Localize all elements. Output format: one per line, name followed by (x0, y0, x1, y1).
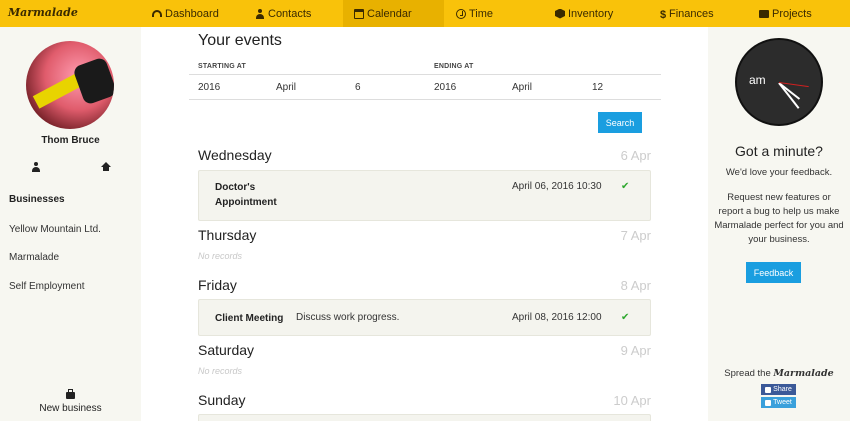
nav-projects[interactable]: Projects (759, 0, 812, 27)
page-title: Your events (198, 32, 282, 49)
start-day-select[interactable]: 6 (355, 82, 361, 93)
tweet-label: Tweet (773, 399, 792, 406)
dashboard-icon (152, 10, 162, 17)
user-name: Thom Bruce (41, 135, 100, 146)
feedback-button[interactable]: Feedback (746, 262, 801, 283)
day-heading: Sunday (198, 392, 246, 408)
search-button[interactable]: Search (598, 112, 642, 133)
twitter-icon (765, 399, 772, 406)
nav-dashboard-label: Dashboard (165, 7, 219, 20)
profile-icon[interactable] (31, 162, 41, 172)
end-day-select[interactable]: 12 (592, 82, 603, 93)
event-title: Doctor's (215, 182, 256, 193)
share-label: Share (773, 386, 792, 393)
start-year-select[interactable]: 2016 (198, 82, 220, 93)
day-date: 9 Apr (620, 343, 651, 358)
day-date: 10 Apr (613, 393, 651, 408)
ending-label: ENDING AT (434, 63, 474, 70)
event-title-line2: Appointment (215, 197, 277, 208)
user-icon (255, 8, 265, 19)
day-date: 8 Apr (620, 278, 651, 293)
no-records: No records (198, 251, 243, 261)
event-card[interactable] (198, 414, 651, 421)
check-icon[interactable]: ✔ (621, 312, 629, 323)
business-item[interactable]: Yellow Mountain Ltd. (9, 224, 101, 235)
facebook-share-button[interactable]: Share (761, 384, 796, 395)
nav-projects-label: Projects (772, 7, 812, 20)
no-records: No records (198, 366, 243, 376)
event-time: April 08, 2016 12:00 (512, 312, 602, 323)
nav-contacts[interactable]: Contacts (255, 0, 311, 27)
end-year-select[interactable]: 2016 (434, 82, 456, 93)
feedback-heading: Got a minute? (735, 143, 823, 159)
nav-finances-label: Finances (669, 7, 714, 20)
facebook-icon (765, 386, 772, 393)
folder-icon (759, 10, 769, 18)
business-item[interactable]: Marmalade (9, 252, 59, 263)
nav-contacts-label: Contacts (268, 7, 312, 20)
home-icon[interactable] (101, 162, 111, 172)
day-heading: Saturday (198, 342, 255, 358)
clock-period: am (749, 73, 766, 87)
dollar-icon: $ (660, 8, 667, 21)
event-card[interactable]: Client Meeting Discuss work progress. Ap… (198, 299, 651, 336)
box-icon (555, 8, 565, 19)
clock-icon (456, 8, 466, 19)
start-month-select[interactable]: April (276, 82, 296, 93)
event-description: Discuss work progress. (296, 312, 400, 323)
left-sidebar: Thom Bruce Businesses Yellow Mountain Lt… (0, 27, 141, 421)
business-item[interactable]: Self Employment (9, 281, 85, 292)
nav-time[interactable]: Time (456, 0, 493, 27)
clock-widget: am (735, 38, 823, 126)
event-time: April 06, 2016 10:30 (512, 181, 602, 192)
nav-dashboard[interactable]: Dashboard (152, 0, 219, 27)
main-content: Your events STARTING AT ENDING AT 2016 A… (141, 27, 708, 421)
briefcase-icon[interactable] (66, 389, 75, 399)
feedback-text: Request new features or report a bug to … (714, 192, 844, 245)
nav-time-label: Time (469, 7, 494, 20)
new-business-link[interactable]: New business (0, 403, 141, 414)
end-month-select[interactable]: April (512, 82, 532, 93)
feedback-subtitle: We'd love your feedback. (725, 167, 833, 178)
event-card[interactable]: Doctor's Appointment April 06, 2016 10:3… (198, 170, 651, 221)
day-date: 6 Apr (620, 148, 651, 163)
nav-calendar[interactable]: Calendar (343, 0, 444, 27)
date-filter-row (189, 74, 661, 100)
avatar-shade (72, 56, 114, 106)
day-heading: Thursday (198, 227, 257, 243)
starting-label: STARTING AT (198, 63, 246, 70)
twitter-tweet-button[interactable]: Tweet (761, 397, 796, 408)
nav-inventory-label: Inventory (568, 7, 614, 20)
day-date: 7 Apr (620, 228, 651, 243)
avatar[interactable] (26, 41, 114, 129)
nav-calendar-label: Calendar (367, 7, 412, 20)
spread-text: Spread the Marmalade (708, 368, 850, 379)
brand-logo[interactable]: Marmalade (8, 6, 78, 19)
spread-prefix: Spread the (724, 368, 771, 379)
nav-inventory[interactable]: Inventory (555, 0, 613, 27)
spread-brand: Marmalade (773, 368, 834, 379)
top-nav: Marmalade Dashboard Contacts Calendar Ti… (0, 0, 850, 27)
day-heading: Wednesday (198, 147, 272, 163)
right-sidebar: am Got a minute? We'd love your feedback… (708, 27, 850, 421)
check-icon[interactable]: ✔ (621, 181, 629, 192)
calendar-icon (354, 8, 364, 19)
day-heading: Friday (198, 277, 237, 293)
nav-finances[interactable]: $ Finances (660, 0, 714, 27)
businesses-heading: Businesses (9, 194, 65, 205)
event-title: Client Meeting (215, 313, 284, 324)
